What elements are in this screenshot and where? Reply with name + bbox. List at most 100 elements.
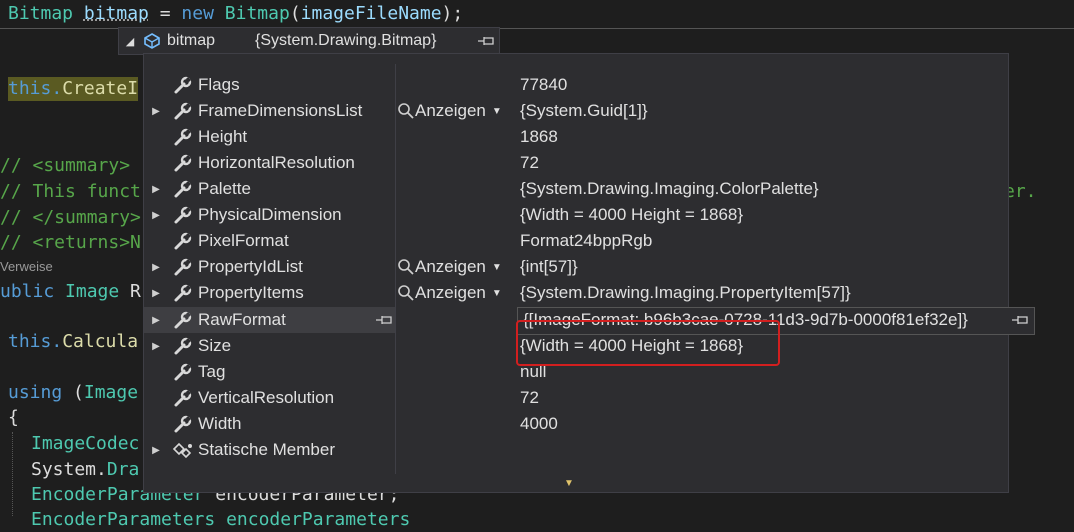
- visualizer-label: Anzeigen: [415, 101, 486, 120]
- row-name: PhysicalDimension: [198, 205, 342, 224]
- code-line-2: this.CreateI: [8, 77, 139, 101]
- code-line-12: System.Dra: [31, 458, 139, 482]
- visualizer-dropdown[interactable]: Anzeigen ▼: [397, 257, 520, 277]
- code-line-9: using (Image: [8, 381, 138, 405]
- wrench-icon: [168, 127, 198, 147]
- datatip-row-horizontalresolution[interactable]: HorizontalResolution 72: [144, 150, 1008, 176]
- datatip-row-pixelformat[interactable]: PixelFormat Format24bppRgb: [144, 228, 1008, 254]
- chevron-down-icon: ▼: [491, 287, 502, 299]
- wrench-icon: [168, 362, 198, 382]
- method-name: Calcula: [62, 331, 139, 352]
- expand-arrow-icon[interactable]: ▶: [144, 341, 168, 352]
- wrench-icon: [168, 153, 198, 173]
- paren: (: [62, 382, 84, 403]
- row-name: PixelFormat: [198, 231, 289, 250]
- datatip-row-framedimensionslist[interactable]: ▶ FrameDimensionsList Anzeigen ▼ {System.…: [144, 98, 1008, 124]
- paren: );: [441, 3, 464, 24]
- datatip-row-static-members[interactable]: ▶ Statische Member: [144, 437, 1008, 463]
- wrench-icon: [168, 205, 198, 225]
- expand-arrow-icon[interactable]: ▶: [144, 288, 168, 299]
- code-line-8: this.Calcula: [8, 330, 138, 354]
- wrench-icon: [168, 179, 198, 199]
- expand-arrow-icon[interactable]: ▶: [144, 184, 168, 195]
- datatip-row-height[interactable]: Height 1868: [144, 124, 1008, 150]
- row-value: {Width = 4000 Height = 1868}: [520, 205, 744, 224]
- visualizer-dropdown[interactable]: Anzeigen ▼: [397, 283, 520, 303]
- datatip-variable-value[interactable]: {System.Drawing.Bitmap}: [255, 32, 473, 50]
- expand-arrow-icon[interactable]: ▶: [144, 262, 168, 273]
- wrench-icon: [168, 283, 198, 303]
- code-line-5: // </summary>: [0, 207, 141, 228]
- pin-icon[interactable]: [1006, 307, 1034, 333]
- expand-arrow-icon[interactable]: ▶: [144, 210, 168, 221]
- row-value: 1868: [520, 127, 558, 146]
- code-line-14: EncoderParameters encoderParameters: [31, 509, 411, 530]
- expand-arrow-icon[interactable]: ▶: [144, 445, 168, 456]
- row-value: {System.Guid[1]}: [520, 101, 648, 120]
- paren: (: [289, 3, 301, 24]
- datatip-variable-name: bitmap: [167, 32, 216, 49]
- pin-icon[interactable]: [373, 314, 395, 326]
- row-name: RawFormat: [198, 310, 286, 329]
- pin-icon[interactable]: [473, 35, 499, 47]
- keyword-new: new: [181, 3, 214, 24]
- row-name: HorizontalResolution: [198, 153, 355, 172]
- type-token: Image: [65, 281, 120, 302]
- wrench-icon: [168, 336, 198, 356]
- magnifier-icon: [398, 103, 414, 119]
- datatip-panel: Flags 77840 ▶ FrameDimensionsList Anzeig…: [143, 53, 1035, 493]
- code-line-10: {: [8, 407, 19, 428]
- row-name: Palette: [198, 179, 251, 198]
- wrench-icon: [168, 75, 198, 95]
- variable-bitmap[interactable]: bitmap: [84, 3, 149, 24]
- datatip-row-palette[interactable]: ▶ Palette {System.Drawing.Imaging.ColorP…: [144, 176, 1008, 202]
- type-token: Image: [83, 382, 139, 403]
- operator: =: [148, 3, 182, 24]
- type-token: Bitmap: [224, 3, 290, 24]
- row-name: Tag: [198, 362, 226, 381]
- method-name: CreateI: [62, 78, 139, 99]
- row-name: PropertyItems: [198, 283, 304, 302]
- keyword-this: this.: [8, 78, 63, 99]
- wrench-icon: [168, 414, 198, 434]
- chevron-down-icon: ▼: [491, 105, 502, 117]
- highlight-annotation-box: [516, 320, 780, 366]
- object-icon: [141, 32, 163, 50]
- visualizer-dropdown[interactable]: Anzeigen ▼: [397, 101, 520, 121]
- row-name: Flags: [198, 75, 240, 94]
- static-members-icon: [168, 440, 198, 460]
- datatip-row-physicaldimension[interactable]: ▶ PhysicalDimension {Width = 4000 Height…: [144, 202, 1008, 228]
- keyword-using: using: [8, 382, 63, 403]
- visualizer-label: Anzeigen: [415, 283, 486, 302]
- expand-arrow-icon[interactable]: ▶: [144, 106, 168, 117]
- row-value: {System.Drawing.Imaging.ColorPalette}: [520, 179, 819, 198]
- datatip-row-propertyidlist[interactable]: ▶ PropertyIdList Anzeigen ▼ {int[57]}: [144, 254, 1008, 280]
- row-value: 72: [520, 388, 539, 407]
- variable-imagefilename: imageFileName: [300, 3, 442, 24]
- datatip-row-flags[interactable]: Flags 77840: [144, 72, 1008, 98]
- codelens-references[interactable]: Verweise: [0, 259, 53, 274]
- namespace: System.: [31, 459, 107, 480]
- datatip-row-width[interactable]: Width 4000: [144, 411, 1008, 437]
- expand-arrow-icon[interactable]: ▶: [144, 315, 168, 326]
- datatip-row-verticalresolution[interactable]: VerticalResolution 72: [144, 385, 1008, 411]
- code-line-6: // <returns>N: [0, 232, 141, 253]
- row-name: PropertyIdList: [198, 257, 303, 276]
- code-line-3: // <summary>: [0, 155, 131, 176]
- datatip-header: ◢ bitmap {System.Drawing.Bitmap}: [118, 27, 500, 55]
- datatip-row-propertyitems[interactable]: ▶ PropertyItems Anzeigen ▼ {System.Drawin…: [144, 280, 1008, 306]
- indent-guide: [12, 432, 13, 516]
- type-token: Dra: [106, 459, 140, 480]
- row-name: Statische Member: [198, 440, 335, 459]
- wrench-icon: [168, 310, 198, 330]
- magnifier-icon: [398, 285, 414, 301]
- row-value: 72: [520, 153, 539, 172]
- wrench-icon: [168, 101, 198, 121]
- collapse-arrow-icon[interactable]: ◢: [119, 35, 141, 48]
- visualizer-label: Anzeigen: [415, 257, 486, 276]
- row-value: {int[57]}: [520, 257, 578, 276]
- scroll-down-icon[interactable]: ▼: [564, 478, 574, 489]
- row-name: Size: [198, 336, 232, 355]
- wrench-icon: [168, 231, 198, 251]
